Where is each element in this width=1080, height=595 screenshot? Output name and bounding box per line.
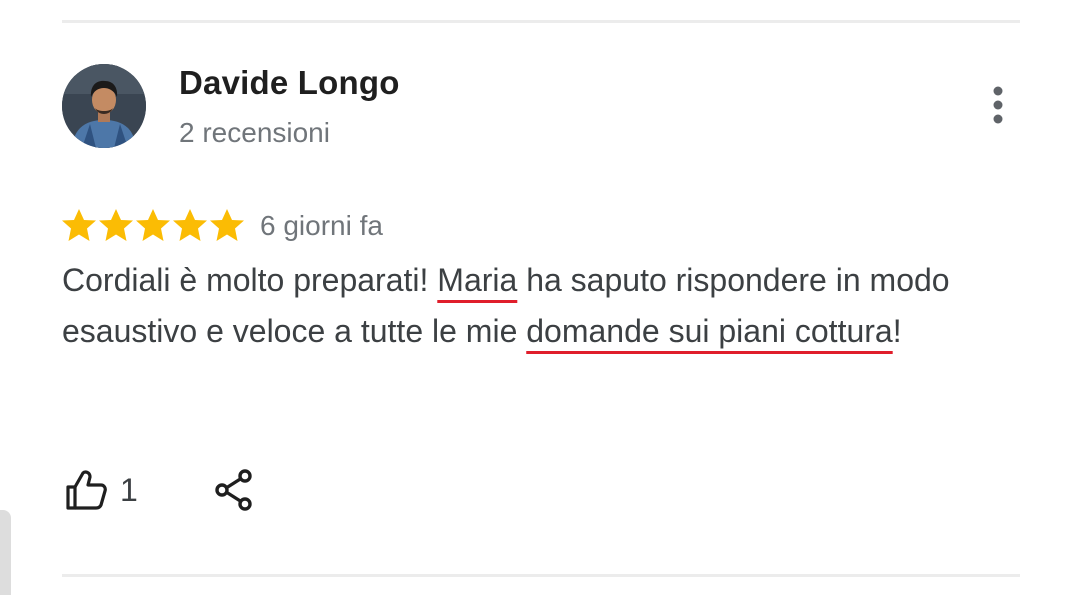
star-icon: [210, 209, 244, 241]
review-text-part: Cordiali è molto preparati!: [62, 262, 438, 298]
underlined-topic: domande sui piani cottura: [526, 313, 893, 349]
profile-photo: [62, 64, 146, 148]
review-date: 6 giorni fa: [260, 210, 383, 241]
thumb-up-icon: [66, 470, 107, 510]
share-icon: [215, 469, 252, 511]
top-divider: [62, 20, 1020, 23]
like-count: 1: [120, 472, 138, 508]
author-name[interactable]: Davide Longo: [179, 64, 400, 102]
star-rating: [62, 209, 244, 241]
star-icon: [62, 209, 96, 241]
bottom-divider: [62, 574, 1020, 577]
more-vert-icon: [993, 86, 1003, 124]
star-icon: [136, 209, 170, 241]
avatar[interactable]: [62, 64, 146, 148]
review-count[interactable]: 2 recensioni: [179, 117, 330, 149]
star-icon: [173, 209, 207, 241]
like-button[interactable]: 1: [62, 462, 152, 518]
review-text-part: !: [892, 313, 902, 349]
review-text: Cordiali è molto preparati! Maria ha sap…: [62, 255, 1022, 357]
more-options-button[interactable]: [980, 84, 1016, 126]
share-button[interactable]: [210, 466, 258, 514]
star-icon: [99, 209, 133, 241]
underlined-name: Maria: [437, 262, 518, 298]
side-edge-tab: [0, 510, 11, 595]
